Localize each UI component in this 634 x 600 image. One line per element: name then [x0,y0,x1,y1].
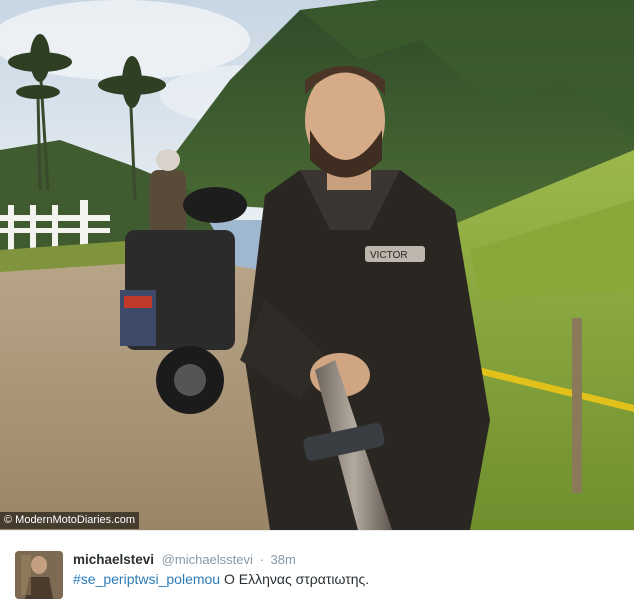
separator: · [259,552,264,567]
tweet-message: Ο Ελληνας στρατιωτης. [223,571,370,587]
hashtag-link[interactable]: #se_periptwsi_polemou [73,571,220,587]
photo-credit: © ModernMotoDiaries.com [0,512,139,529]
tweet-timestamp[interactable]: 38m [271,552,296,567]
jacket-sticker-text: VICTOR [370,250,408,261]
avatar[interactable] [15,551,63,599]
display-name[interactable]: michaelstevi [73,552,154,567]
tweet-text: #se_periptwsi_polemou Ο Ελληνας στρατιωτ… [73,571,369,587]
avatar-image [15,551,63,599]
user-handle[interactable]: @michaelsstevi [162,552,253,567]
selfie-photo: VICTOR © ModernMotoDiaries.com [0,0,634,530]
tweet-header: michaelstevi @michaelsstevi · 38m [73,552,296,567]
photo-illustration: VICTOR [0,0,634,530]
tweet: michaelstevi @michaelsstevi · 38m #se_pe… [0,530,634,600]
